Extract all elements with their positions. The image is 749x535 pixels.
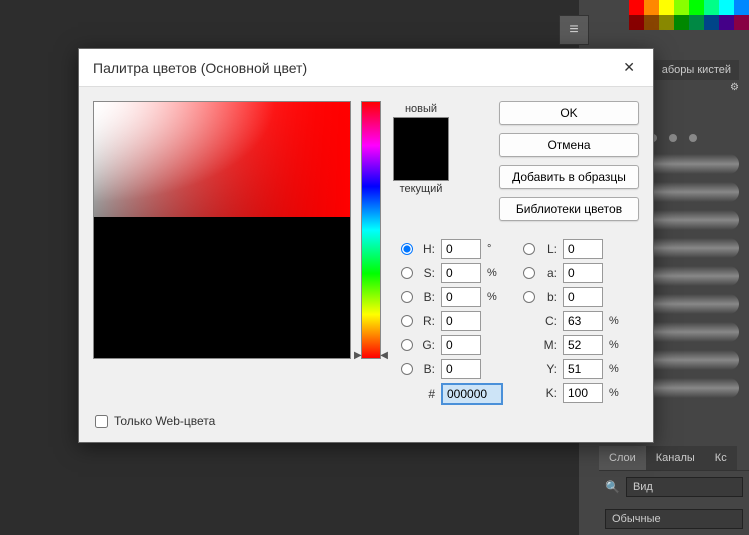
color-field[interactable] (93, 101, 351, 359)
current-color-label: текущий (391, 183, 451, 195)
l-input[interactable] (563, 239, 603, 259)
g-input[interactable] (441, 335, 481, 355)
hex-input[interactable] (441, 383, 503, 405)
a-input[interactable] (563, 263, 603, 283)
radio-h[interactable] (401, 243, 413, 255)
color-libraries-button[interactable]: Библиотеки цветов (499, 197, 639, 221)
radio-b2[interactable] (401, 363, 413, 375)
new-color-label: новый (391, 103, 451, 115)
brushes-tab[interactable]: аборы кистей (654, 60, 739, 80)
gear-icon[interactable]: ⚙ (730, 82, 739, 93)
c-input[interactable] (563, 311, 603, 331)
color-picker-dialog: Палитра цветов (Основной цвет) ✕ ▶◀ новы… (78, 48, 654, 443)
h-input[interactable] (441, 239, 481, 259)
ok-button[interactable]: OK (499, 101, 639, 125)
color-preview[interactable] (393, 117, 449, 181)
close-icon[interactable]: ✕ (619, 59, 639, 76)
layers-panel: Слои Каналы Кс 🔍 Вид Обычные (599, 446, 749, 535)
m-input[interactable] (563, 335, 603, 355)
s-input[interactable] (441, 263, 481, 283)
cancel-button[interactable]: Отмена (499, 133, 639, 157)
blend-mode-dropdown[interactable]: Обычные (605, 509, 743, 529)
brush-tool-icon[interactable]: ≡ (559, 15, 589, 45)
b-input[interactable] (441, 287, 481, 307)
radio-b[interactable] (401, 291, 413, 303)
radio-lab-b[interactable] (523, 291, 535, 303)
radio-r[interactable] (401, 315, 413, 327)
radio-a[interactable] (523, 267, 535, 279)
radio-g[interactable] (401, 339, 413, 351)
tab-layers[interactable]: Слои (599, 446, 646, 470)
tab-paths[interactable]: Кс (705, 446, 737, 470)
k-input[interactable] (563, 383, 603, 403)
filter-dropdown[interactable]: Вид (626, 477, 743, 497)
web-only-checkbox[interactable]: Только Web-цвета (95, 414, 215, 428)
search-icon[interactable]: 🔍 (605, 480, 620, 494)
hue-slider[interactable]: ▶◀ (361, 101, 381, 359)
dialog-title-text: Палитра цветов (Основной цвет) (93, 60, 307, 76)
radio-l[interactable] (523, 243, 535, 255)
r-input[interactable] (441, 311, 481, 331)
lab-b-input[interactable] (563, 287, 603, 307)
swatches-strip[interactable] (629, 0, 749, 30)
dialog-titlebar: Палитра цветов (Основной цвет) ✕ (79, 49, 653, 87)
b2-input[interactable] (441, 359, 481, 379)
tab-channels[interactable]: Каналы (646, 446, 705, 470)
add-swatch-button[interactable]: Добавить в образцы (499, 165, 639, 189)
radio-s[interactable] (401, 267, 413, 279)
y-input[interactable] (563, 359, 603, 379)
